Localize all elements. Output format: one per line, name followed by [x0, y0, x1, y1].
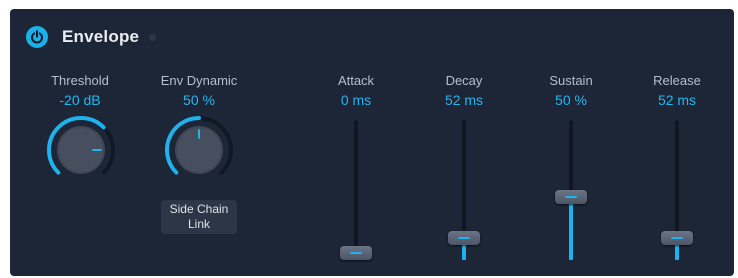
decay-slider-handle[interactable] [448, 231, 480, 246]
decay-value[interactable]: 52 ms [409, 92, 519, 108]
sustain-slider[interactable] [551, 116, 591, 266]
release-slider[interactable] [657, 116, 697, 266]
threshold-value[interactable]: -20 dB [25, 92, 135, 108]
decay-slider[interactable] [444, 116, 484, 266]
side-chain-link-line2: Link [187, 217, 210, 231]
attack-slider-track [354, 120, 358, 260]
sustain-value[interactable]: 50 % [516, 92, 626, 108]
power-button[interactable] [26, 26, 48, 48]
sustain-slider-fill [569, 197, 573, 260]
attack-slider[interactable] [336, 116, 376, 266]
envelope-panel: Envelope Threshold -20 dB Env Dynamic 50… [10, 9, 734, 276]
env-dynamic-knob[interactable] [163, 114, 235, 186]
status-led [149, 33, 157, 41]
env-dynamic-value[interactable]: 50 % [144, 92, 254, 108]
power-icon [31, 30, 43, 44]
env-dynamic-label: Env Dynamic [160, 73, 238, 88]
side-chain-link-line1: Side Chain [169, 202, 229, 216]
attack-label: Attack [337, 73, 375, 88]
release-label: Release [653, 73, 701, 88]
threshold-knob[interactable] [45, 114, 117, 186]
attack-value[interactable]: 0 ms [301, 92, 411, 108]
side-chain-link-button[interactable]: Side Chain Link [161, 200, 237, 234]
decay-label: Decay [445, 73, 483, 88]
release-value[interactable]: 52 ms [622, 92, 732, 108]
sustain-slider-handle[interactable] [555, 190, 587, 204]
envelope-header: Envelope [26, 25, 157, 49]
attack-slider-handle[interactable] [340, 246, 372, 260]
sustain-label: Sustain [549, 73, 593, 88]
section-title: Envelope [62, 27, 140, 46]
threshold-label: Threshold [51, 73, 109, 88]
release-slider-handle[interactable] [661, 231, 693, 246]
